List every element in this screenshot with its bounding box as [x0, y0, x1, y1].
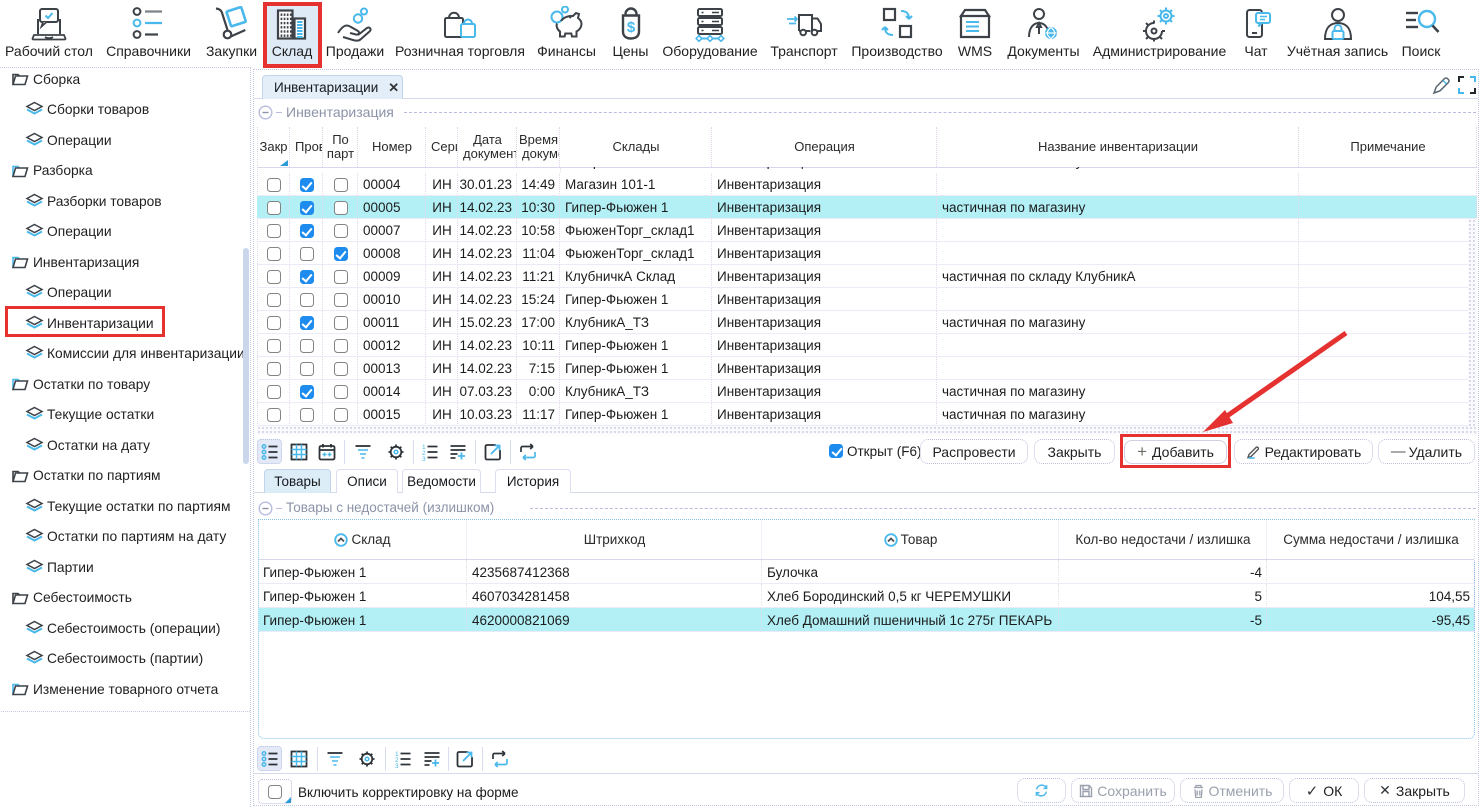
- svg-text:3: 3: [395, 763, 399, 768]
- svg-text:3: 3: [422, 456, 426, 461]
- svg-text:$: $: [626, 19, 635, 36]
